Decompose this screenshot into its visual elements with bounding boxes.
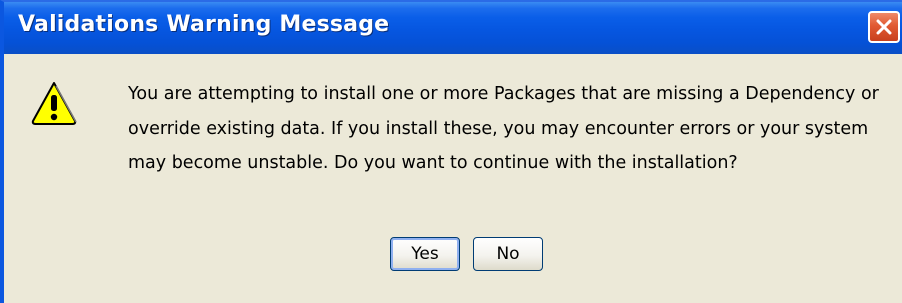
yes-button[interactable]: Yes (390, 237, 460, 271)
dialog-body: You are attempting to install one or mor… (4, 54, 902, 303)
close-icon (876, 19, 892, 35)
warning-message: You are attempting to install one or mor… (128, 84, 879, 173)
warning-icon (31, 82, 77, 125)
no-button[interactable]: No (473, 237, 543, 271)
close-button[interactable] (868, 11, 900, 43)
dialog-title: Validations Warning Message (18, 12, 390, 37)
title-bar[interactable]: Validations Warning Message (4, 2, 902, 54)
dialog-window: Validations Warning Message You are atte… (0, 0, 902, 303)
